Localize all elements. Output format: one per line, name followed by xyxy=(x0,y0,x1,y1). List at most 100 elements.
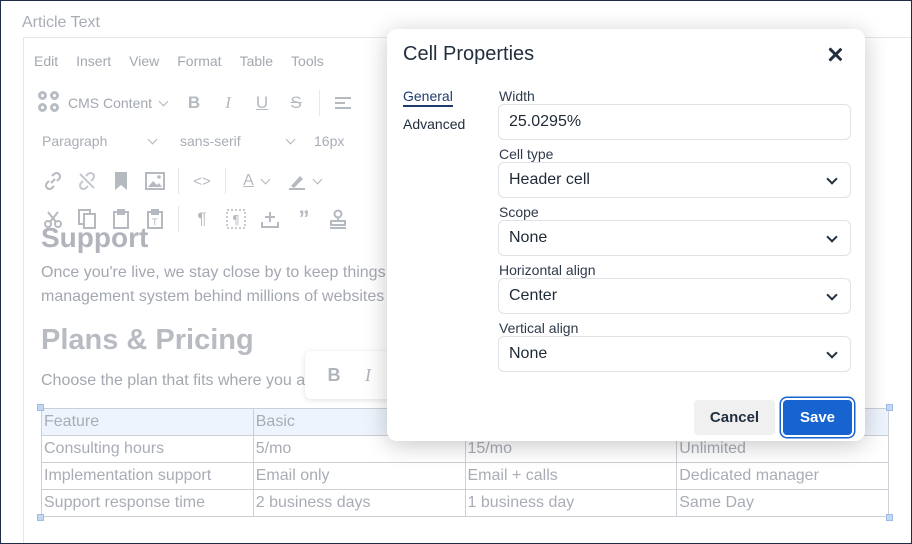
plans-heading: Plans & Pricing xyxy=(41,324,254,356)
table-cell[interactable]: Email only xyxy=(252,462,466,490)
save-button[interactable]: Save xyxy=(783,400,852,435)
font-size-select[interactable]: 16px xyxy=(306,126,376,156)
menu-view[interactable]: View xyxy=(129,53,159,69)
align-left-icon xyxy=(335,97,352,109)
font-family-select[interactable]: sans-serif xyxy=(172,126,302,156)
inline-italic-button[interactable]: I xyxy=(351,365,385,386)
paste-text-icon: T xyxy=(147,209,163,229)
insert-button[interactable] xyxy=(253,204,287,234)
resize-handle[interactable] xyxy=(886,404,893,411)
svg-text:¶: ¶ xyxy=(232,213,240,227)
menu-format[interactable]: Format xyxy=(177,53,221,69)
chevron-down-icon xyxy=(826,347,838,359)
cms-content-dropdown[interactable]: CMS Content xyxy=(24,88,169,118)
table-cell[interactable]: Same Day xyxy=(676,489,889,517)
close-icon[interactable] xyxy=(823,43,847,67)
vertical-align-value: None xyxy=(509,345,548,362)
chevron-down-icon xyxy=(285,134,296,144)
width-value: 25.0295% xyxy=(509,113,582,130)
chevron-down-icon xyxy=(826,231,838,243)
chevron-down-icon xyxy=(158,96,169,106)
bookmark-icon xyxy=(115,172,127,190)
table-cell[interactable]: Consulting hours xyxy=(41,435,254,463)
joomla-icon xyxy=(38,91,62,115)
blockquote-button[interactable]: ” xyxy=(287,204,321,234)
dialog-title: Cell Properties xyxy=(403,43,535,65)
menu-insert[interactable]: Insert xyxy=(76,53,111,69)
table-cell[interactable]: Support response time xyxy=(41,489,254,517)
toolbar-divider xyxy=(225,168,226,194)
unlink-button[interactable] xyxy=(70,166,104,196)
tab-advanced[interactable]: Advanced xyxy=(403,116,465,132)
unlink-icon xyxy=(78,171,96,191)
table-row: Implementation support Email only Email … xyxy=(41,462,889,490)
toolbar-row-2: Paragraph sans-serif 16px xyxy=(24,122,376,160)
show-invisibles-button[interactable]: ¶ xyxy=(219,204,253,234)
toolbar-row-1: CMS Content B I U S xyxy=(24,84,360,122)
block-format-select[interactable]: Paragraph xyxy=(34,126,164,156)
invisible-chars-icon: ¶ xyxy=(226,209,246,229)
highlighter-icon xyxy=(288,176,305,190)
table-cell[interactable]: Implementation support xyxy=(41,462,254,490)
table-cell[interactable]: Feature xyxy=(41,408,254,436)
scope-value: None xyxy=(509,229,548,246)
toolbar-divider xyxy=(178,206,179,232)
table-cell[interactable]: Dedicated manager xyxy=(676,462,889,490)
menu-edit[interactable]: Edit xyxy=(34,53,58,69)
chevron-down-icon xyxy=(826,289,838,301)
editor-menubar: Edit Insert View Format Table Tools xyxy=(24,38,342,84)
vertical-align-label: Vertical align xyxy=(499,320,579,336)
bookmark-button[interactable] xyxy=(104,166,138,196)
text-color-icon: A xyxy=(243,172,254,189)
link-button[interactable] xyxy=(36,166,70,196)
table-cell[interactable]: 2 business days xyxy=(252,489,466,517)
strikethrough-button[interactable]: S xyxy=(279,88,313,118)
underline-button[interactable]: U xyxy=(245,88,279,118)
cell-type-value: Header cell xyxy=(509,171,590,188)
insert-icon xyxy=(261,212,279,228)
menu-table[interactable]: Table xyxy=(240,53,273,69)
bold-button[interactable]: B xyxy=(177,88,211,118)
inline-bold-button[interactable]: B xyxy=(317,365,351,386)
toolbar-divider xyxy=(178,168,179,194)
tab-general[interactable]: General xyxy=(403,88,453,107)
vertical-align-select[interactable]: None xyxy=(498,336,851,372)
horizontal-align-select[interactable]: Center xyxy=(498,278,851,314)
cell-properties-dialog: Cell Properties General Advanced Width 2… xyxy=(387,29,865,441)
horizontal-align-label: Horizontal align xyxy=(499,262,596,278)
cell-type-select[interactable]: Header cell xyxy=(498,162,851,198)
chevron-down-icon xyxy=(147,134,158,144)
scope-select[interactable]: None xyxy=(498,220,851,256)
support-heading: Support xyxy=(41,222,149,253)
link-icon xyxy=(44,171,62,191)
toolbar-row-3: <> A xyxy=(24,162,328,200)
stamp-icon xyxy=(330,209,346,229)
highlight-color-button[interactable] xyxy=(280,166,328,196)
text-color-button[interactable]: A xyxy=(232,166,280,196)
align-left-button[interactable] xyxy=(326,88,360,118)
resize-handle[interactable] xyxy=(886,514,893,521)
italic-button[interactable]: I xyxy=(211,88,245,118)
table-cell[interactable]: 1 business day xyxy=(464,489,678,517)
chevron-down-icon xyxy=(826,173,838,185)
stamp-button[interactable] xyxy=(321,204,355,234)
cell-type-label: Cell type xyxy=(499,146,554,162)
cancel-button[interactable]: Cancel xyxy=(694,400,775,435)
plans-paragraph: Choose the plan that fits where you a xyxy=(41,372,306,389)
font-family-value: sans-serif xyxy=(180,133,241,149)
show-blocks-button[interactable]: ¶ xyxy=(185,204,219,234)
svg-text:T: T xyxy=(151,218,158,228)
scope-label: Scope xyxy=(499,204,539,220)
width-field[interactable]: 25.0295% xyxy=(498,104,851,140)
table-cell[interactable]: Email + calls xyxy=(464,462,678,490)
resize-handle[interactable] xyxy=(37,404,44,411)
app-frame: Article Text Edit Insert View Format Tab… xyxy=(0,0,912,544)
horizontal-align-value: Center xyxy=(509,287,558,304)
width-label: Width xyxy=(499,88,535,104)
resize-handle[interactable] xyxy=(37,514,44,521)
menu-tools[interactable]: Tools xyxy=(291,53,324,69)
image-button[interactable] xyxy=(138,166,172,196)
support-paragraph-line-2: management system behind millions of web… xyxy=(41,288,385,305)
cms-content-label: CMS Content xyxy=(68,95,153,111)
source-code-button[interactable]: <> xyxy=(185,166,219,196)
